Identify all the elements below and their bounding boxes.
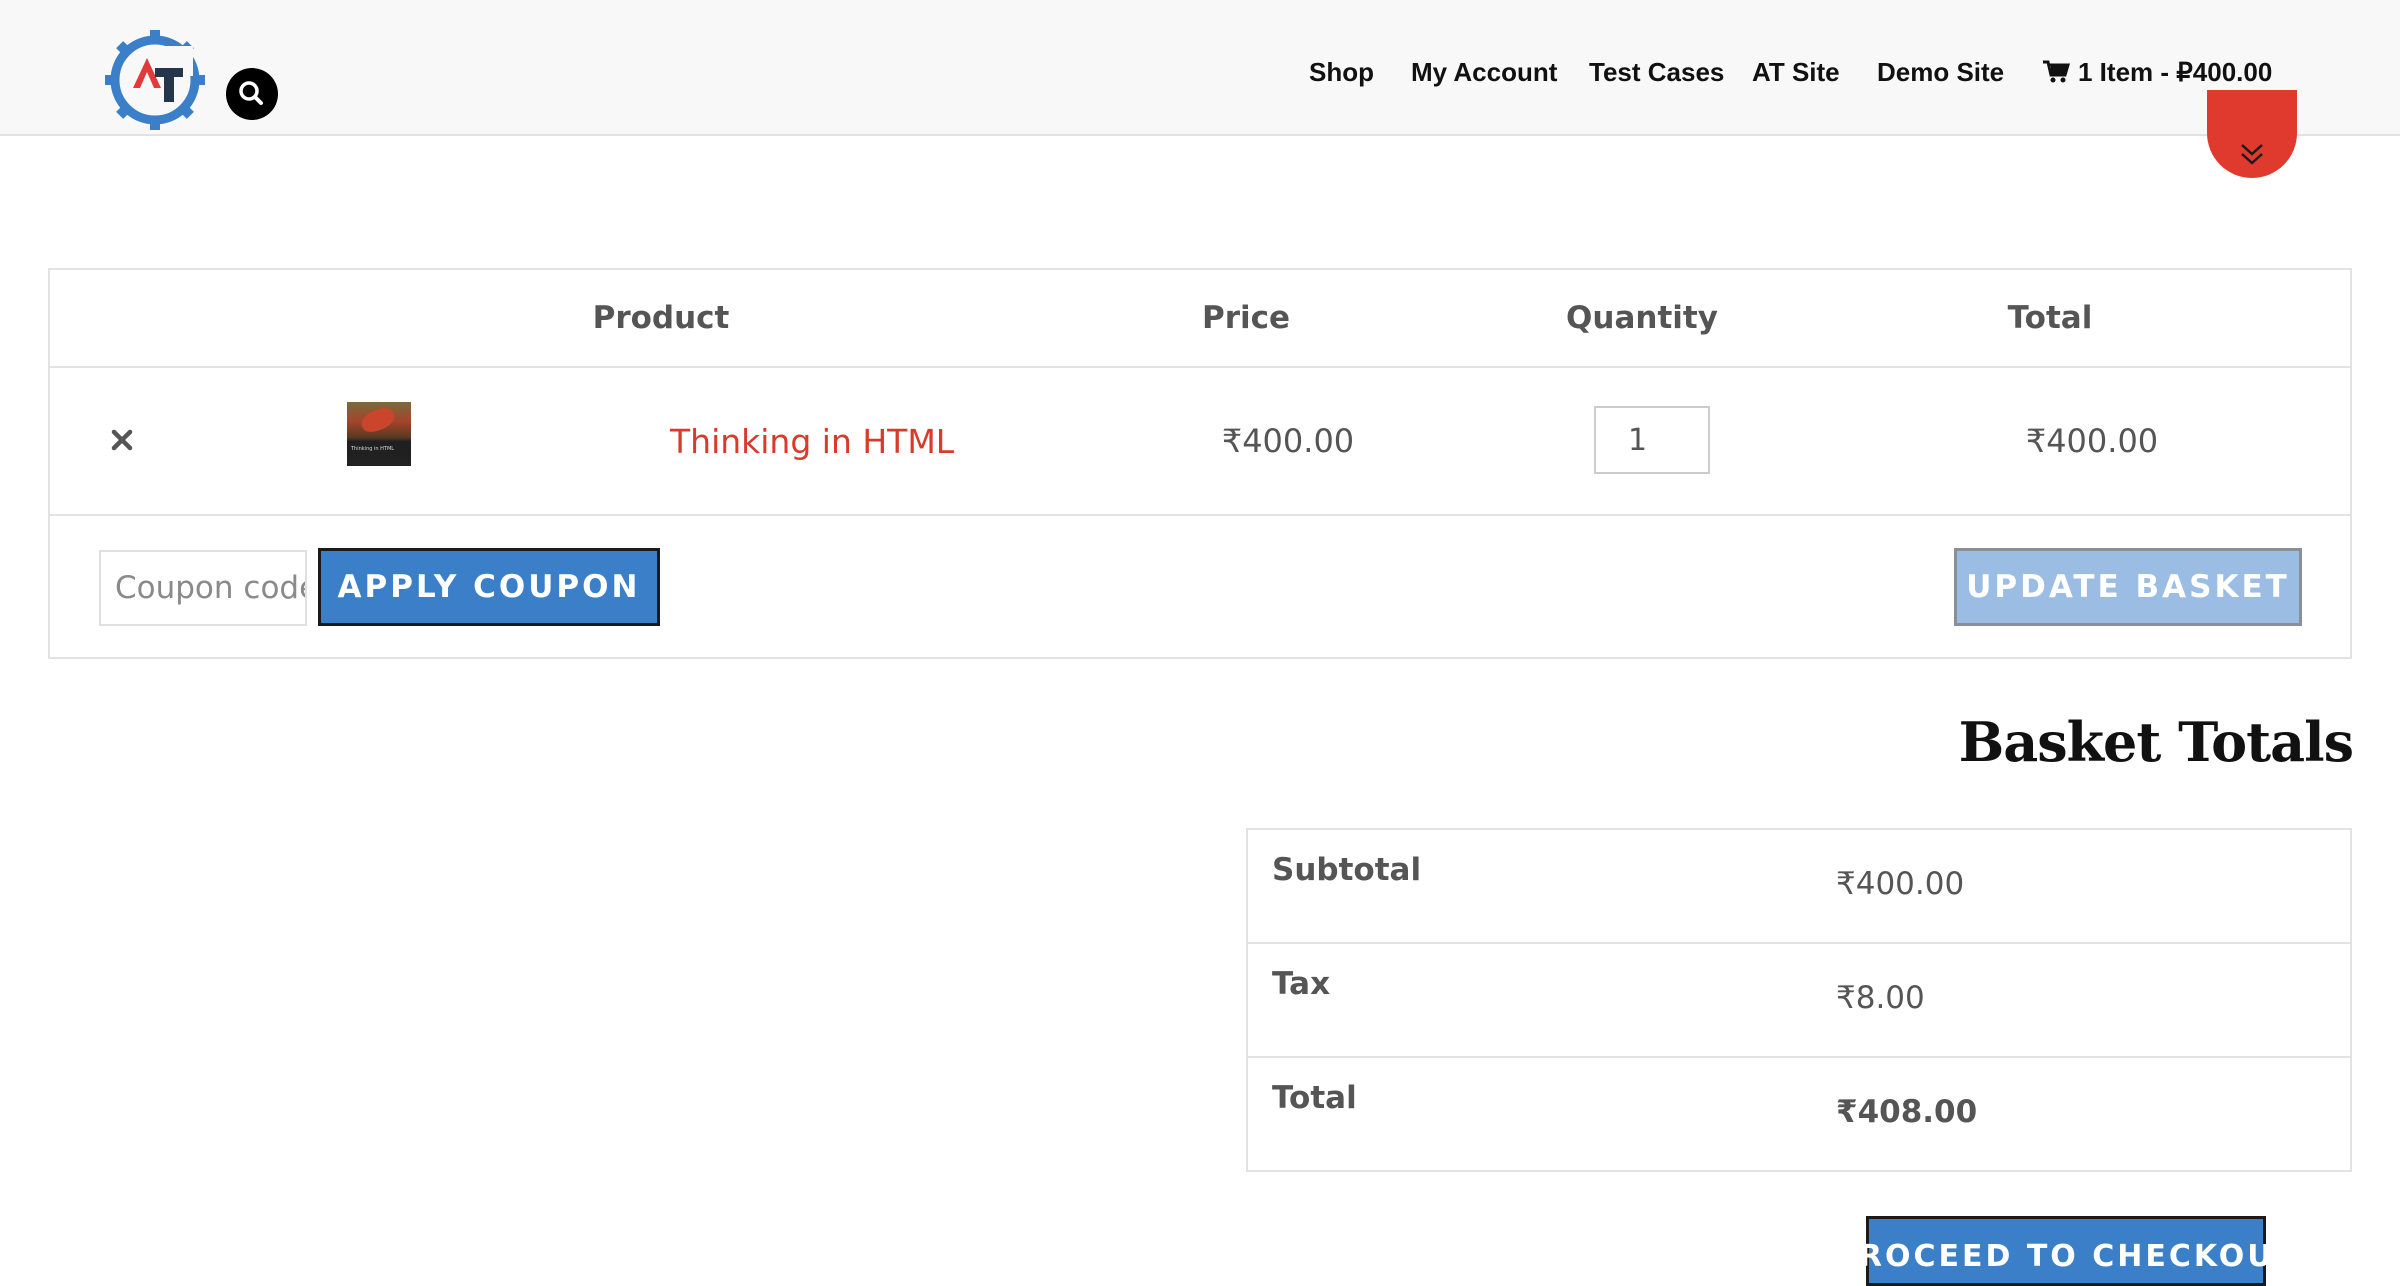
table-divider xyxy=(1248,942,2350,944)
quantity-input[interactable] xyxy=(1594,406,1710,474)
remove-item-button[interactable] xyxy=(108,426,136,454)
item-total: ₹400.00 xyxy=(2025,422,2159,460)
gear-logo-icon xyxy=(105,30,205,130)
column-header-total: Total xyxy=(2007,300,2093,336)
nav-test-cases[interactable]: Test Cases xyxy=(1589,55,1724,89)
scroll-down-button[interactable] xyxy=(2207,90,2297,178)
basket-totals-heading: Basket Totals xyxy=(1958,710,2354,774)
column-header-product: Product xyxy=(592,300,730,336)
thumbnail-artwork xyxy=(358,404,398,436)
apply-coupon-button[interactable]: APPLY COUPON xyxy=(318,548,660,626)
nav-at-site[interactable]: AT Site xyxy=(1752,55,1840,89)
nav-demo-site[interactable]: Demo Site xyxy=(1877,55,2004,89)
total-value: ₹408.00 xyxy=(1836,1094,1978,1130)
double-chevron-down-icon xyxy=(2241,144,2263,165)
search-button[interactable] xyxy=(226,68,278,120)
coupon-code-input[interactable] xyxy=(99,550,307,626)
table-divider xyxy=(50,514,2350,516)
proceed-to-checkout-button[interactable]: PROCEED TO CHECKOUT xyxy=(1834,1216,2295,1286)
search-icon xyxy=(239,81,263,105)
product-thumbnail[interactable]: Thinking in HTML xyxy=(347,402,411,466)
column-header-quantity: Quantity xyxy=(1566,300,1718,336)
subtotal-label: Subtotal xyxy=(1272,852,1422,888)
tax-value: ₹8.00 xyxy=(1836,980,1925,1016)
table-divider xyxy=(1248,1056,2350,1058)
cart-table: Product Price Quantity Total Thinking in… xyxy=(48,268,2352,659)
tax-label: Tax xyxy=(1272,966,1331,1002)
table-divider xyxy=(50,366,2350,368)
nav-cart[interactable]: 1 Item - ₽400.00 xyxy=(2042,55,2272,89)
basket-totals-table: Subtotal ₹400.00 Tax ₹8.00 Total ₹408.00 xyxy=(1246,828,2352,1172)
total-label: Total xyxy=(1272,1080,1357,1116)
site-header: Shop My Account Test Cases AT Site Demo … xyxy=(0,0,2400,136)
shopping-cart-icon xyxy=(2043,60,2070,83)
item-price: ₹400.00 xyxy=(1221,422,1355,460)
nav-shop[interactable]: Shop xyxy=(1309,55,1374,89)
thumbnail-title: Thinking in HTML xyxy=(351,446,395,452)
nav-my-account[interactable]: My Account xyxy=(1411,55,1557,89)
close-icon xyxy=(111,429,133,451)
column-header-price: Price xyxy=(1201,300,1291,336)
update-basket-button[interactable]: UPDATE BASKET xyxy=(1954,548,2302,626)
subtotal-value: ₹400.00 xyxy=(1836,866,1965,902)
cart-summary: 1 Item - ₽400.00 xyxy=(2078,57,2273,87)
site-logo[interactable] xyxy=(103,28,207,132)
product-name-link[interactable]: Thinking in HTML xyxy=(670,422,954,461)
